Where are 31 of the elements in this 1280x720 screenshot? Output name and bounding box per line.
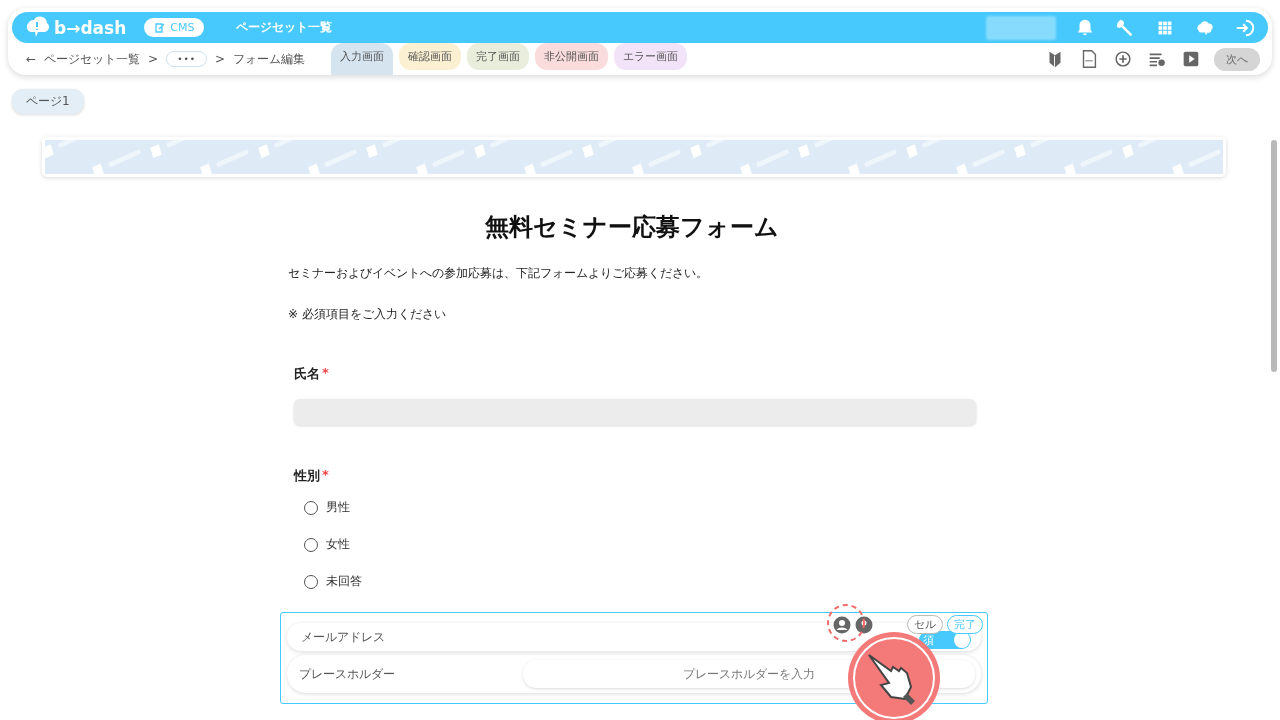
more-button[interactable]: ••• bbox=[166, 51, 208, 67]
page-tab[interactable]: ページ1 bbox=[12, 89, 84, 114]
screen-tab[interactable]: 確認画面 bbox=[399, 43, 462, 70]
field-label: 氏名 bbox=[294, 365, 320, 383]
screen-tab[interactable]: エラー画面 bbox=[614, 43, 688, 70]
user-icon[interactable] bbox=[833, 615, 851, 634]
radio-label: 未回答 bbox=[326, 573, 362, 590]
required-mark: * bbox=[322, 365, 329, 382]
radio-label: 男性 bbox=[326, 499, 350, 516]
account-info bbox=[986, 15, 1056, 40]
breadcrumb-link[interactable]: ページセット一覧 bbox=[44, 50, 141, 68]
logo-text: b→dash bbox=[54, 17, 127, 38]
dashed-circle-icon bbox=[826, 603, 866, 643]
breadcrumb-current: フォーム編集 bbox=[233, 50, 306, 68]
cancel-button[interactable]: セル bbox=[907, 615, 943, 634]
edit-icon bbox=[154, 21, 167, 34]
radio-label: 女性 bbox=[326, 536, 350, 553]
breadcrumb-separator: > bbox=[215, 52, 226, 66]
required-note: ※ 必須項目をご入力ください bbox=[288, 306, 447, 323]
screen-tab[interactable]: 完了画面 bbox=[467, 43, 530, 70]
form-description: セミナーおよびイベントへの参加応募は、下記フォームよりご応募ください。 bbox=[288, 265, 709, 282]
form-title: 無料セミナー応募フォーム bbox=[484, 212, 780, 243]
back-link[interactable]: ← bbox=[26, 52, 37, 66]
breadcrumb-separator: > bbox=[148, 52, 159, 66]
page-title: ページセット一覧 bbox=[236, 19, 333, 36]
field-label: 性別 bbox=[294, 467, 320, 485]
required-mark: * bbox=[322, 467, 329, 484]
placeholder-label: プレースホルダー bbox=[299, 665, 396, 683]
screen-tab[interactable]: 非公開画面 bbox=[535, 43, 609, 70]
screen-tab[interactable]: 入力画面 bbox=[331, 43, 394, 75]
input-field[interactable] bbox=[294, 399, 976, 425]
